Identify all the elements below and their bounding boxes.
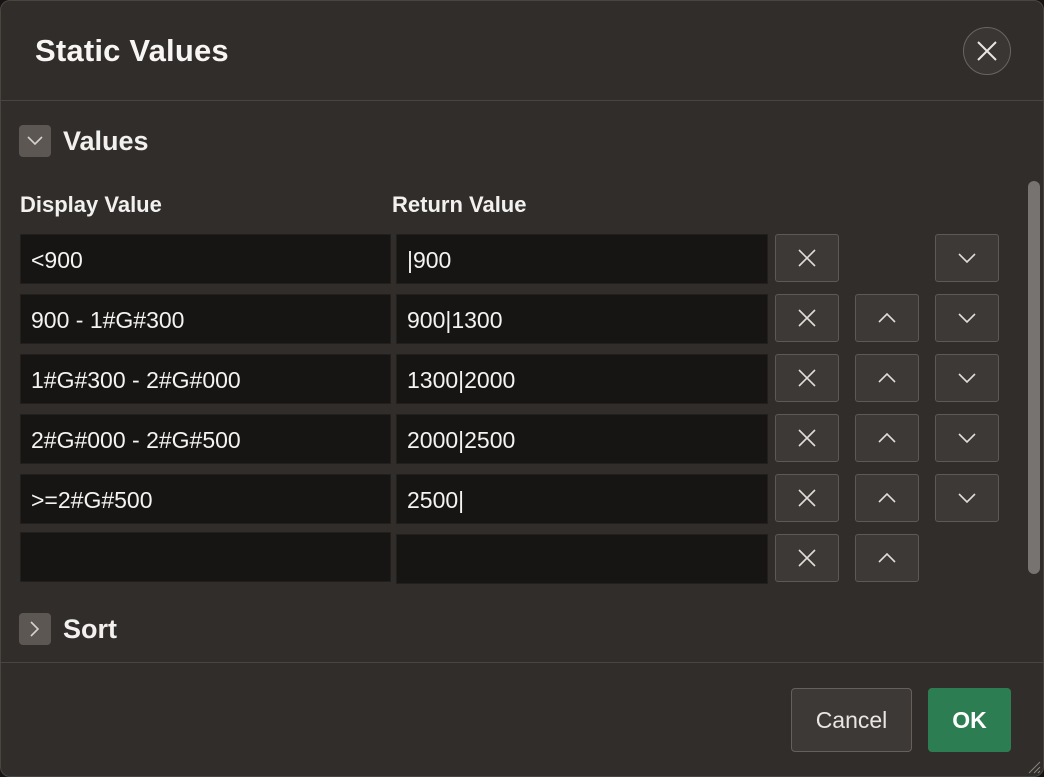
return-value-input[interactable]: 2000|2500: [396, 414, 768, 464]
value-row: 900 - 1#G#300 900|1300: [1, 294, 1043, 346]
display-value-input[interactable]: [20, 532, 391, 582]
move-up-button[interactable]: [855, 474, 919, 522]
chevron-down-icon: [958, 253, 976, 263]
sort-toggle-button[interactable]: [19, 613, 51, 645]
move-up-button[interactable]: [855, 294, 919, 342]
return-value-input[interactable]: [396, 534, 768, 584]
display-value-input[interactable]: 1#G#300 - 2#G#000: [20, 354, 391, 404]
delete-row-button[interactable]: [775, 414, 839, 462]
close-icon: [798, 369, 816, 387]
move-down-button[interactable]: [935, 474, 999, 522]
chevron-up-icon: [878, 493, 896, 503]
values-section-label: Values: [63, 125, 149, 156]
move-down-button[interactable]: [935, 354, 999, 402]
display-value-input[interactable]: 900 - 1#G#300: [20, 294, 391, 344]
display-value-column-header: Display Value: [20, 192, 162, 217]
value-row: 2#G#000 - 2#G#500 2000|2500: [1, 414, 1043, 466]
close-icon: [977, 41, 997, 61]
close-icon: [798, 549, 816, 567]
cancel-button[interactable]: Cancel: [791, 688, 912, 752]
chevron-right-icon: [30, 621, 40, 637]
dialog-body: Values Display Value Return Value <900 |…: [1, 102, 1043, 662]
value-row: <900 |900: [1, 234, 1043, 286]
close-icon: [798, 429, 816, 447]
chevron-up-icon: [878, 313, 896, 323]
chevron-up-icon: [878, 433, 896, 443]
chevron-down-icon: [27, 136, 43, 146]
move-up-button[interactable]: [855, 414, 919, 462]
vertical-scrollbar[interactable]: [1027, 181, 1041, 574]
delete-row-button[interactable]: [775, 534, 839, 582]
move-down-button[interactable]: [935, 294, 999, 342]
return-value-input[interactable]: 2500|: [396, 474, 768, 524]
return-value-input[interactable]: 900|1300: [396, 294, 768, 344]
display-value-input[interactable]: 2#G#000 - 2#G#500: [20, 414, 391, 464]
move-up-button[interactable]: [855, 354, 919, 402]
delete-row-button[interactable]: [775, 234, 839, 282]
return-value-input[interactable]: 1300|2000: [396, 354, 768, 404]
chevron-down-icon: [958, 433, 976, 443]
dialog-title: Static Values: [35, 33, 229, 68]
return-value-column-header: Return Value: [392, 192, 527, 217]
chevron-down-icon: [958, 373, 976, 383]
delete-row-button[interactable]: [775, 354, 839, 402]
values-toggle-button[interactable]: [19, 125, 51, 157]
close-icon: [798, 249, 816, 267]
resize-grip-icon[interactable]: [1025, 758, 1041, 774]
close-button[interactable]: [963, 27, 1011, 75]
delete-row-button[interactable]: [775, 294, 839, 342]
display-value-input[interactable]: <900: [20, 234, 391, 284]
ok-button[interactable]: OK: [928, 688, 1011, 752]
close-icon: [798, 489, 816, 507]
close-icon: [798, 309, 816, 327]
dialog-footer: Cancel OK: [1, 662, 1043, 776]
move-down-button[interactable]: [935, 414, 999, 462]
move-down-button[interactable]: [935, 234, 999, 282]
move-up-button[interactable]: [855, 534, 919, 582]
values-section-header[interactable]: Values: [19, 125, 149, 157]
value-row: >=2#G#500 2500|: [1, 474, 1043, 526]
delete-row-button[interactable]: [775, 474, 839, 522]
chevron-up-icon: [878, 373, 896, 383]
return-value-input[interactable]: |900: [396, 234, 768, 284]
chevron-down-icon: [958, 313, 976, 323]
sort-section-label: Sort: [63, 613, 117, 644]
value-row: 1#G#300 - 2#G#000 1300|2000: [1, 354, 1043, 406]
chevron-down-icon: [958, 493, 976, 503]
scrollbar-thumb[interactable]: [1028, 181, 1040, 574]
value-row: [1, 532, 1043, 584]
chevron-up-icon: [878, 553, 896, 563]
display-value-input[interactable]: >=2#G#500: [20, 474, 391, 524]
static-values-dialog: Static Values Values Display Value Retur…: [0, 0, 1044, 777]
sort-section-header[interactable]: Sort: [19, 613, 117, 645]
dialog-header: Static Values: [1, 1, 1043, 101]
